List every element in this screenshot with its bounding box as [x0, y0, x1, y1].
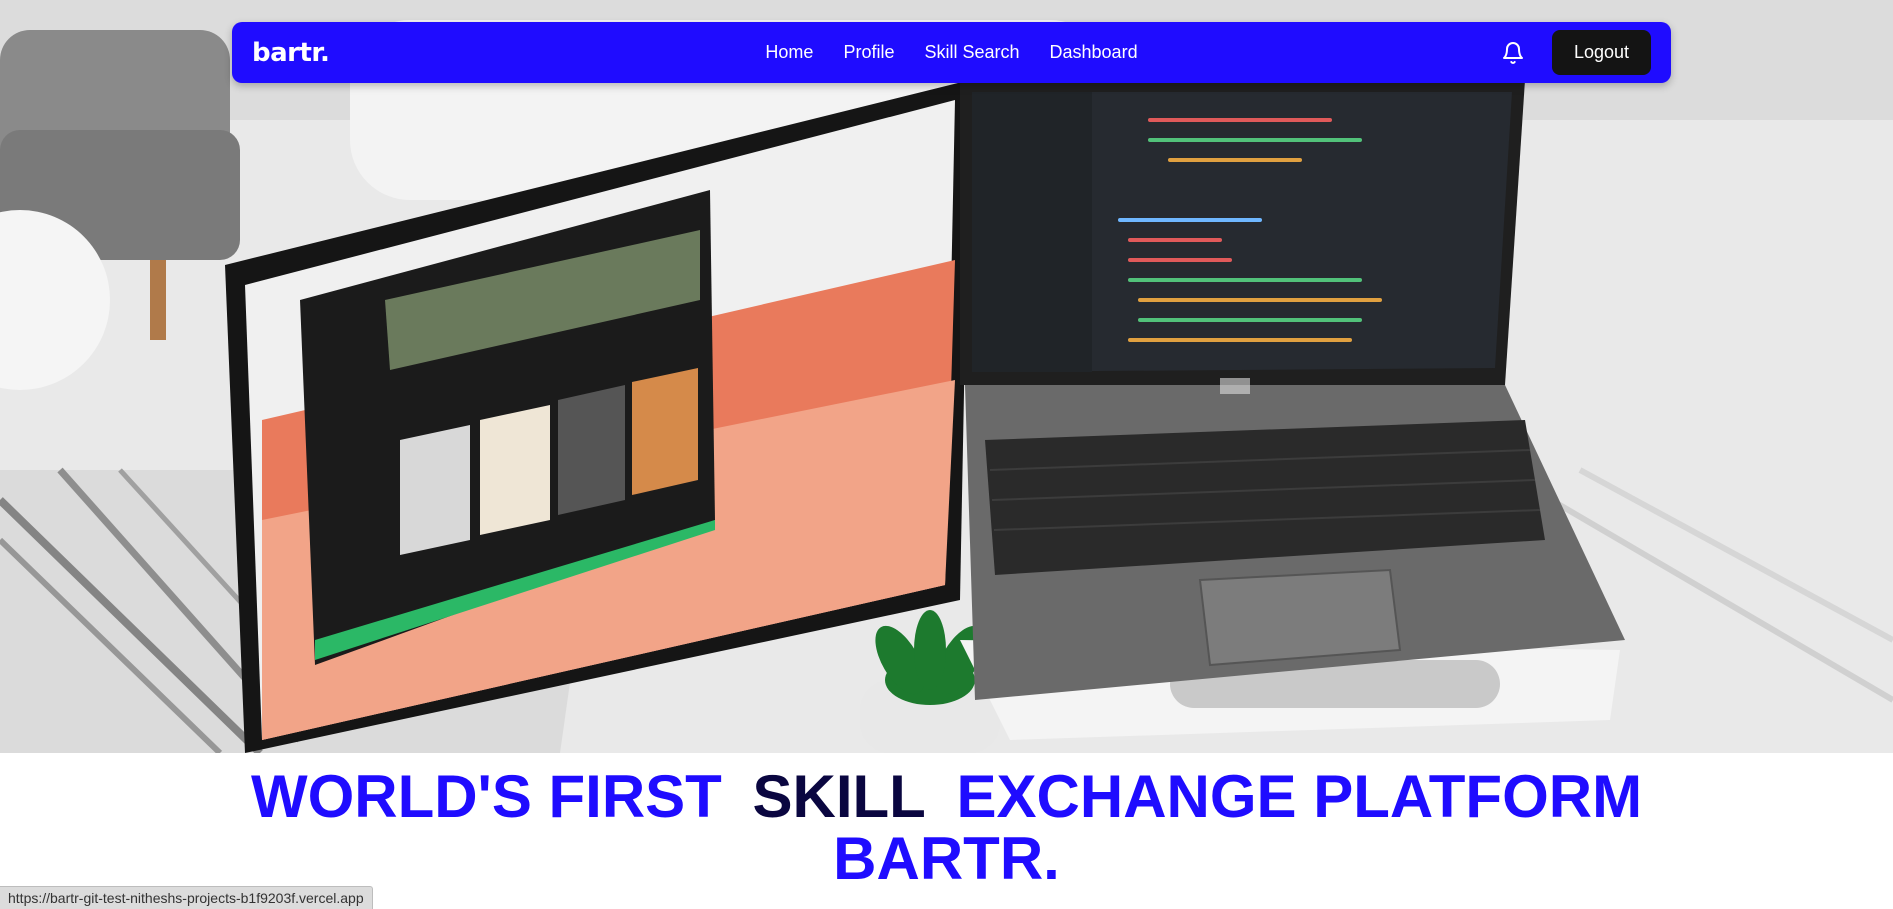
nav-link-skill-search[interactable]: Skill Search — [924, 42, 1019, 63]
page: bartr. Home Profile Skill Search Dashboa… — [0, 0, 1893, 909]
nav-link-home[interactable]: Home — [765, 42, 813, 63]
headline-part-3: EXCHANGE PLATFORM — [956, 763, 1643, 830]
logout-button[interactable]: Logout — [1551, 30, 1651, 75]
nav-link-dashboard[interactable]: Dashboard — [1050, 42, 1138, 63]
bartr-logo[interactable]: bartr. — [252, 38, 330, 68]
browser-status-url: https://bartr-git-test-nitheshs-projects… — [0, 886, 373, 909]
bell-icon[interactable] — [1500, 40, 1526, 66]
headline-skill: SKILL — [752, 763, 926, 830]
headline-part-1: WORLD'S FIRST — [250, 763, 722, 830]
nav-right: Logout — [1500, 30, 1651, 75]
nav-links: Home Profile Skill Search Dashboard — [232, 22, 1671, 83]
hero-headline: WORLD'S FIRST SKILL EXCHANGE PLATFORM BA… — [0, 766, 1893, 890]
headline-line-1: WORLD'S FIRST SKILL EXCHANGE PLATFORM — [0, 766, 1893, 828]
nav-link-profile[interactable]: Profile — [843, 42, 894, 63]
top-navbar: bartr. Home Profile Skill Search Dashboa… — [232, 22, 1671, 83]
headline-line-2: BARTR. — [833, 825, 1060, 892]
hero-image — [0, 0, 1893, 753]
